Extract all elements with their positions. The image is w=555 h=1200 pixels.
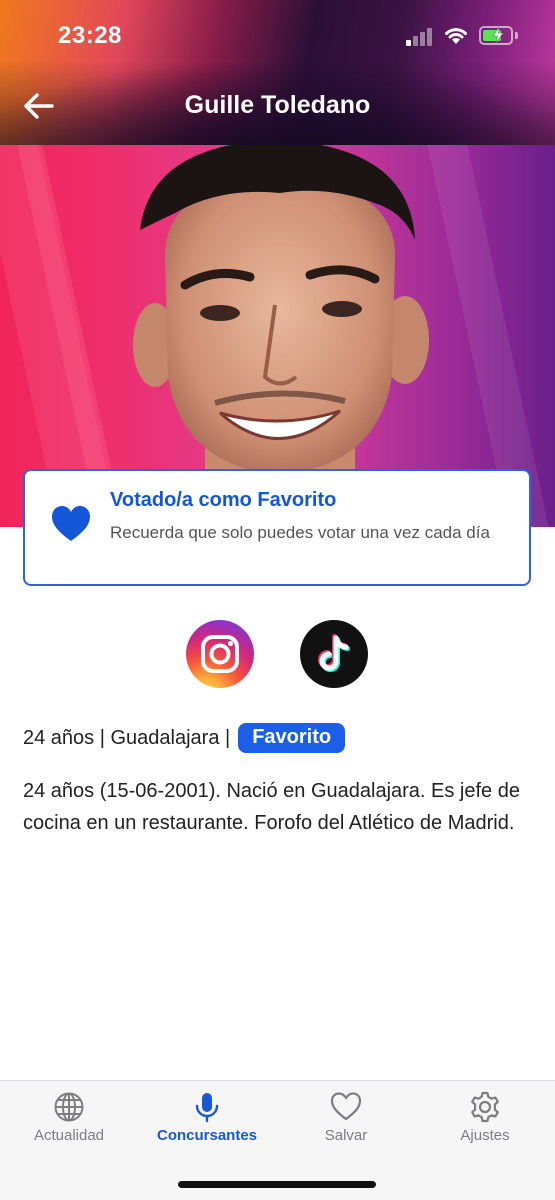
home-indicator [178,1181,376,1188]
tab-label-actualidad: Actualidad [33,1127,105,1144]
battery-cap [515,32,518,39]
heart-filled-icon [52,506,90,541]
vote-card-subtitle: Recuerda que solo puedes votar una vez c… [110,523,490,542]
navigation-bar: Guille Toledano [0,75,555,135]
contestant-bio: 24 años (15-06-2001). Nació en Guadalaja… [23,780,520,834]
status-bar: 23:28 [0,0,555,70]
instagram-button[interactable] [186,620,254,688]
globe-icon [54,1092,84,1122]
tab-label-salvar: Salvar [324,1127,368,1144]
tab-concursantes[interactable]: Concursantes [138,1091,276,1151]
status-time: 23:28 [58,22,122,49]
contestant-meta-text: 24 años | Guadalajara | [23,726,231,749]
battery-charging-icon [479,26,513,45]
instagram-icon [201,635,239,673]
favorite-badge: Favorito [238,723,346,753]
tab-label-ajustes: Ajustes [460,1127,510,1144]
tiktok-button[interactable] [300,620,368,688]
vote-card-title: Votado/a como Favorito [110,489,337,511]
microphone-icon [195,1093,219,1123]
cellular-signal-icon [406,28,434,46]
heart-outline-icon [330,1092,362,1121]
tab-salvar[interactable]: Salvar [277,1091,415,1151]
tiktok-icon [318,634,350,672]
tab-label-concursantes: Concursantes [156,1127,258,1144]
vote-status-card: Votado/a como Favorito Recuerda que solo… [23,469,531,586]
tab-ajustes[interactable]: Ajustes [416,1091,554,1151]
page-title: Guille Toledano [184,91,371,119]
wifi-icon [445,28,467,44]
tab-actualidad[interactable]: Actualidad [0,1091,138,1151]
contestant-meta: 24 años | Guadalajara | Favorito [23,722,346,754]
gear-icon [471,1091,499,1123]
